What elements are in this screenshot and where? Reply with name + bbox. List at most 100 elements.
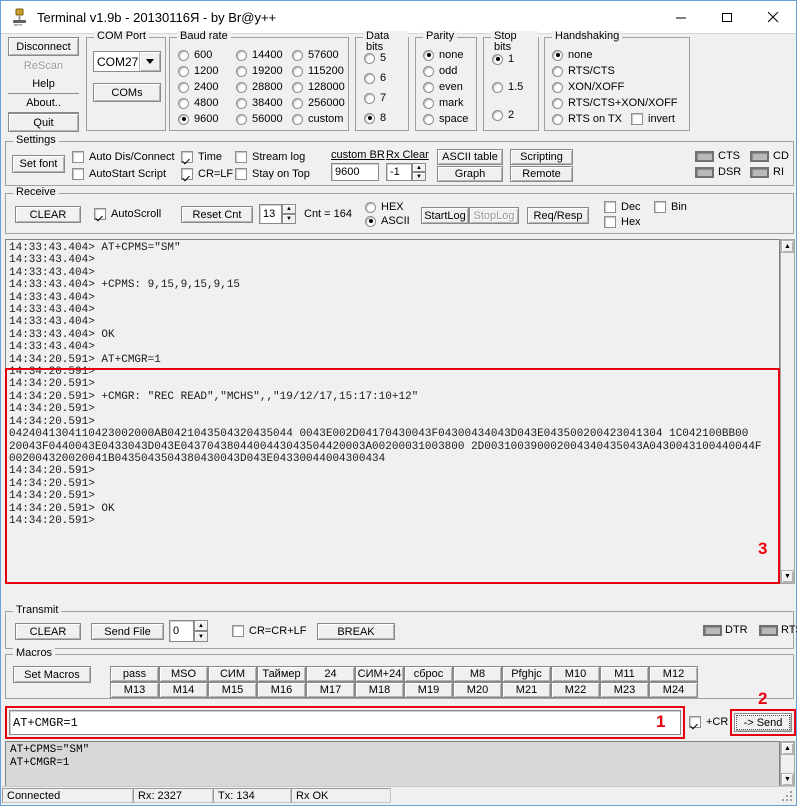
- baud-4800[interactable]: 4800: [178, 97, 218, 109]
- macro-button-15[interactable]: M15: [208, 682, 257, 698]
- baud-128000[interactable]: 128000: [292, 81, 345, 93]
- baud-14400[interactable]: 14400: [236, 49, 283, 61]
- spinner-up-icon[interactable]: ▲: [282, 204, 296, 214]
- parity-none[interactable]: none: [423, 49, 463, 61]
- rx-clear-input[interactable]: -1: [386, 163, 412, 181]
- baud-57600[interactable]: 57600: [292, 49, 339, 61]
- cr-crlf-checkbox[interactable]: CR=CR+LF: [232, 625, 306, 637]
- auto-disconnect-checkbox[interactable]: Auto Dis/Connect: [72, 151, 175, 163]
- close-button[interactable]: [750, 2, 796, 33]
- coms-button[interactable]: COMs: [93, 83, 161, 102]
- baud-9600[interactable]: 9600: [178, 113, 218, 125]
- minimize-button[interactable]: [658, 2, 704, 33]
- parity-odd[interactable]: odd: [423, 65, 457, 77]
- req-resp-button[interactable]: Req/Resp: [527, 207, 589, 224]
- stop-bits-1[interactable]: 1: [492, 53, 514, 65]
- baud-115200[interactable]: 115200: [292, 65, 344, 77]
- spinner-down-icon[interactable]: ▼: [412, 172, 426, 181]
- macro-button-20[interactable]: M20: [453, 682, 502, 698]
- quit-button[interactable]: Quit: [8, 113, 79, 132]
- macro-button-12[interactable]: M12: [649, 666, 698, 682]
- baud-19200[interactable]: 19200: [236, 65, 283, 77]
- remote-button[interactable]: Remote: [510, 166, 573, 182]
- stream-log-checkbox[interactable]: Stream log: [235, 151, 305, 163]
- macro-button-19[interactable]: M19: [404, 682, 453, 698]
- handshaking-none[interactable]: none: [552, 49, 592, 61]
- macro-button-22[interactable]: M22: [551, 682, 600, 698]
- terminal-output[interactable]: 14:33:43.404> AT+CPMS="SM" 14:33:43.404>…: [5, 239, 780, 584]
- receive-hex-radio[interactable]: HEX: [365, 201, 404, 213]
- send-file-button[interactable]: Send File: [91, 623, 164, 640]
- about-button[interactable]: About..: [8, 94, 79, 113]
- graph-button[interactable]: Graph: [437, 166, 503, 182]
- chevron-down-icon[interactable]: [139, 52, 160, 71]
- scroll-down-icon[interactable]: ▼: [781, 773, 794, 786]
- receive-clear-button[interactable]: CLEAR: [15, 206, 81, 223]
- spinner-down-icon[interactable]: ▼: [194, 631, 208, 642]
- help-button[interactable]: Help: [8, 75, 79, 94]
- macro-button-23[interactable]: M23: [600, 682, 649, 698]
- parity-mark[interactable]: mark: [423, 97, 463, 109]
- resize-grip-icon[interactable]: [782, 791, 794, 803]
- macro-button-4[interactable]: Таймер: [257, 666, 306, 682]
- macro-button-18[interactable]: M18: [355, 682, 404, 698]
- com-port-select[interactable]: COM27: [93, 51, 161, 72]
- maximize-button[interactable]: [704, 2, 750, 33]
- handshaking-invert-checkbox[interactable]: invert: [631, 113, 675, 125]
- reset-cnt-button[interactable]: Reset Cnt: [181, 206, 253, 223]
- crlf-checkbox[interactable]: CR=LF: [181, 168, 233, 180]
- data-bits-7[interactable]: 7: [364, 92, 386, 104]
- macro-button-14[interactable]: M14: [159, 682, 208, 698]
- baud-1200[interactable]: 1200: [178, 65, 218, 77]
- macro-button-7[interactable]: сброс: [404, 666, 453, 682]
- history-pane[interactable]: AT+CPMS="SM" AT+CMGR=1: [5, 741, 780, 787]
- macro-button-5[interactable]: 24: [306, 666, 355, 682]
- baud-2400[interactable]: 2400: [178, 81, 218, 93]
- send-cr-checkbox[interactable]: +CR: [689, 716, 728, 728]
- baud-256000[interactable]: 256000: [292, 97, 345, 109]
- macro-button-2[interactable]: MSO: [159, 666, 208, 682]
- data-bits-6[interactable]: 6: [364, 72, 386, 84]
- scroll-up-icon[interactable]: ▲: [781, 742, 794, 755]
- transmit-delay-input[interactable]: 0: [169, 620, 194, 642]
- macro-button-21[interactable]: M21: [502, 682, 551, 698]
- handshaking-rts-cts[interactable]: RTS/CTS: [552, 65, 615, 77]
- data-bits-5[interactable]: 5: [364, 52, 386, 64]
- handshaking-rts-on-tx[interactable]: RTS on TX: [552, 113, 622, 125]
- history-scrollbar[interactable]: ▲ ▼: [780, 741, 795, 787]
- stay-on-top-checkbox[interactable]: Stay on Top: [235, 168, 310, 180]
- send-input[interactable]: AT+CMGR=1: [9, 710, 681, 735]
- ascii-table-button[interactable]: ASCII table: [437, 149, 503, 165]
- transmit-delay-spinner[interactable]: ▲ ▼: [194, 620, 208, 642]
- cnt-spinner[interactable]: ▲ ▼: [282, 204, 296, 224]
- baud-custom[interactable]: custom: [292, 113, 343, 125]
- stop-bits-1-5[interactable]: 1.5: [492, 81, 523, 93]
- baud-28800[interactable]: 28800: [236, 81, 283, 93]
- macro-button-17[interactable]: M17: [306, 682, 355, 698]
- cnt-input[interactable]: 13: [259, 204, 282, 224]
- start-log-button[interactable]: StartLog: [421, 207, 469, 224]
- spinner-up-icon[interactable]: ▲: [194, 620, 208, 631]
- handshaking-xon-xoff[interactable]: XON/XOFF: [552, 81, 624, 93]
- macro-button-16[interactable]: M16: [257, 682, 306, 698]
- spinner-up-icon[interactable]: ▲: [412, 163, 426, 172]
- data-bits-8[interactable]: 8: [364, 112, 386, 124]
- time-checkbox[interactable]: Time: [181, 151, 222, 163]
- terminal-scrollbar[interactable]: ▲ ▼: [780, 239, 795, 584]
- parity-space[interactable]: space: [423, 113, 468, 125]
- transmit-clear-button[interactable]: CLEAR: [15, 623, 81, 640]
- handshaking-rts-cts-xon-xoff[interactable]: RTS/CTS+XON/XOFF: [552, 97, 678, 109]
- scroll-down-icon[interactable]: ▼: [781, 570, 794, 583]
- macro-button-8[interactable]: M8: [453, 666, 502, 682]
- macro-button-9[interactable]: Pfghjc: [502, 666, 551, 682]
- baud-600[interactable]: 600: [178, 49, 212, 61]
- spinner-down-icon[interactable]: ▼: [282, 214, 296, 224]
- send-button[interactable]: -> Send: [734, 713, 792, 732]
- rx-clear-spinner[interactable]: ▲ ▼: [412, 163, 426, 181]
- dec-checkbox[interactable]: Dec: [604, 201, 641, 213]
- autostart-script-checkbox[interactable]: AutoStart Script: [72, 168, 166, 180]
- macro-button-3[interactable]: СИМ: [208, 666, 257, 682]
- receive-ascii-radio[interactable]: ASCII: [365, 215, 410, 227]
- scroll-up-icon[interactable]: ▲: [781, 240, 794, 253]
- hex-checkbox[interactable]: Hex: [604, 216, 641, 228]
